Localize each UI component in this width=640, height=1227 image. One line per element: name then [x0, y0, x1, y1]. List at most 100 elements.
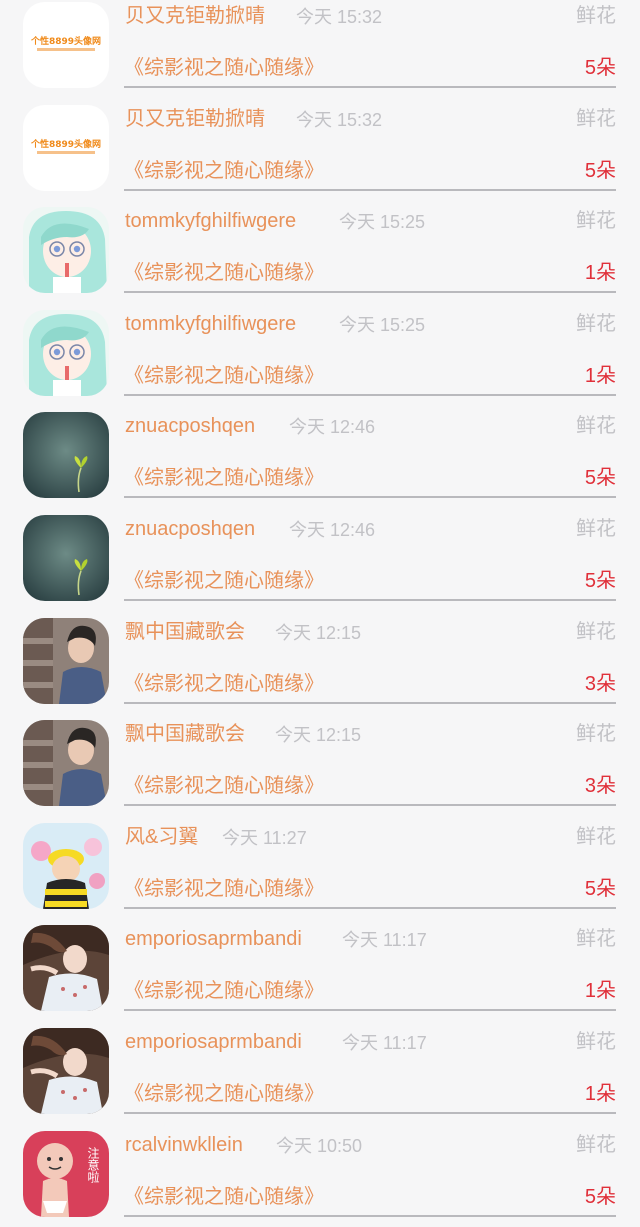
timestamp: 今天 15:32	[296, 109, 383, 130]
cartoon-baby-avatar[interactable]: 注意啦	[23, 1130, 109, 1217]
user-name[interactable]: rcalvinwkllein	[125, 1131, 243, 1159]
user-name[interactable]: tommkyfghilfiwgere	[125, 207, 296, 235]
timestamp: 今天 12:15	[275, 725, 362, 746]
logo-avatar[interactable]: 个性8899头像网	[23, 104, 109, 191]
baby-bee-avatar[interactable]	[23, 822, 109, 909]
gift-count: 5朵	[584, 57, 616, 79]
timestamp: 今天 11:17	[342, 1032, 427, 1053]
timestamp: 今天 12:46	[289, 519, 376, 540]
gift-count: 3朵	[584, 775, 616, 798]
timestamp: 今天 15:25	[339, 314, 426, 335]
work-title-link[interactable]: 《综影视之随心随缘》	[124, 54, 324, 82]
svg-text:个性8899头像网: 个性8899头像网	[30, 35, 101, 47]
gift-type: 鲜花	[576, 928, 616, 951]
work-title-link[interactable]: 《综影视之随心随缘》	[124, 670, 324, 698]
woman-lying-avatar[interactable]	[23, 1027, 109, 1114]
timestamp: 今天 11:27	[222, 827, 307, 848]
row-divider	[124, 804, 616, 807]
gift-count: 1朵	[584, 262, 616, 285]
row-divider	[124, 393, 616, 396]
row-divider	[124, 1214, 616, 1217]
gift-count: 5朵	[584, 569, 616, 592]
row-divider	[124, 906, 616, 909]
user-name[interactable]: emporiosaprmbandi	[125, 1028, 302, 1056]
user-name[interactable]: 贝又克钜勒掀晴	[125, 2, 265, 30]
work-title-link[interactable]: 《综影视之随心随缘》	[124, 772, 324, 800]
work-title-link[interactable]: 《综影视之随心随缘》	[124, 875, 324, 903]
user-name[interactable]: tommkyfghilfiwgere	[125, 310, 296, 338]
row-divider	[124, 496, 616, 499]
sprout-avatar[interactable]	[23, 412, 109, 499]
row-divider	[124, 1009, 616, 1012]
gift-record-row[interactable]: 飘中国藏歌会 今天 12:15 鲜花《综影视之随心随缘》 3朵	[0, 714, 640, 817]
gift-type: 鲜花	[576, 312, 616, 335]
gift-count: 1朵	[584, 1082, 616, 1105]
gift-count: 5朵	[584, 1185, 616, 1208]
gift-count: 1朵	[584, 980, 616, 1003]
timestamp: 今天 12:46	[289, 417, 376, 438]
user-name[interactable]: 飘中国藏歌会	[125, 618, 245, 646]
gift-type: 鲜花	[576, 415, 616, 438]
gift-record-row[interactable]: znuacposhqen 今天 12:46 鲜花《综影视之随心随缘》 5朵	[0, 509, 640, 612]
gift-record-row[interactable]: 注意啦 rcalvinwkllein 今天 10:50 鲜花《综影视之随心随缘》 5朵	[0, 1125, 640, 1227]
work-title-link[interactable]: 《综影视之随心随缘》	[124, 567, 324, 595]
svg-text:个性8899头像网: 个性8899头像网	[30, 138, 101, 150]
gift-record-row[interactable]: 飘中国藏歌会 今天 12:15 鲜花《综影视之随心随缘》 3朵	[0, 612, 640, 715]
gift-count: 5朵	[584, 467, 616, 490]
gift-type: 鲜花	[576, 1133, 616, 1156]
gift-record-row[interactable]: tommkyfghilfiwgere 今天 15:25 鲜花《综影视之随心随缘》 1朵	[0, 201, 640, 304]
row-divider	[124, 701, 616, 704]
gift-type: 鲜花	[576, 210, 616, 233]
gift-type: 鲜花	[576, 1030, 616, 1053]
gift-type: 鲜花	[576, 107, 616, 130]
timestamp: 今天 10:50	[276, 1135, 363, 1156]
gift-type: 鲜花	[576, 723, 616, 746]
work-title-link[interactable]: 《综影视之随心随缘》	[124, 464, 324, 492]
logo-avatar[interactable]: 个性8899头像网	[23, 2, 109, 88]
gift-record-row[interactable]: 风&习翼 今天 11:27 鲜花《综影视之随心随缘》 5朵	[0, 817, 640, 920]
user-name[interactable]: emporiosaprmbandi	[125, 925, 302, 953]
gift-record-row[interactable]: tommkyfghilfiwgere 今天 15:25 鲜花《综影视之随心随缘》 1朵	[0, 304, 640, 407]
woman-lying-avatar[interactable]	[23, 925, 109, 1012]
gift-record-list: 个性8899头像网 贝又克钜勒掀晴 今天 15:32 鲜花 《综影视之随心随缘》 5朵 …	[0, 0, 640, 1227]
row-divider	[124, 188, 616, 191]
gift-type: 鲜花	[576, 825, 616, 848]
row-divider	[124, 291, 616, 294]
row-divider	[124, 1111, 616, 1114]
row-divider	[124, 598, 616, 601]
gift-count: 5朵	[584, 159, 616, 182]
gift-record-row[interactable]: emporiosaprmbandi 今天 11:17 鲜花《综影视之随心随缘》 1朵	[0, 919, 640, 1022]
user-name[interactable]: 飘中国藏歌会	[125, 720, 245, 748]
work-title-link[interactable]: 《综影视之随心随缘》	[124, 157, 324, 185]
work-title-link[interactable]: 《综影视之随心随缘》	[124, 1080, 324, 1108]
timestamp: 今天 11:17	[342, 930, 427, 951]
work-title-link[interactable]: 《综影视之随心随缘》	[124, 362, 324, 390]
user-name[interactable]: znuacposhqen	[125, 412, 255, 440]
man-portrait-avatar[interactable]	[23, 720, 109, 807]
man-portrait-avatar[interactable]	[23, 617, 109, 704]
user-name[interactable]: znuacposhqen	[125, 515, 255, 543]
gift-type: 鲜花	[576, 517, 616, 540]
gift-count: 3朵	[584, 672, 616, 695]
svg-text:注意啦: 注意啦	[86, 1145, 100, 1182]
work-title-link[interactable]: 《综影视之随心随缘》	[124, 259, 324, 287]
gift-count: 1朵	[584, 364, 616, 387]
anime-girl-avatar[interactable]	[23, 309, 109, 396]
gift-type: 鲜花	[576, 620, 616, 643]
timestamp: 今天 15:25	[339, 212, 426, 233]
gift-type: 鲜花	[576, 5, 616, 27]
gift-record-row[interactable]: emporiosaprmbandi 今天 11:17 鲜花《综影视之随心随缘》 1朵	[0, 1022, 640, 1125]
user-name[interactable]: 风&习翼	[125, 823, 198, 851]
anime-girl-avatar[interactable]	[23, 207, 109, 294]
work-title-link[interactable]: 《综影视之随心随缘》	[124, 977, 324, 1005]
work-title-link[interactable]: 《综影视之随心随缘》	[124, 1183, 324, 1211]
row-divider	[124, 86, 616, 88]
gift-record-row[interactable]: znuacposhqen 今天 12:46 鲜花《综影视之随心随缘》 5朵	[0, 406, 640, 509]
gift-record-row[interactable]: 个性8899头像网 贝又克钜勒掀晴 今天 15:32 鲜花《综影视之随心随缘》 5朵	[0, 0, 640, 99]
timestamp: 今天 12:15	[275, 622, 362, 643]
gift-count: 5朵	[584, 877, 616, 900]
gift-record-row[interactable]: 个性8899头像网 贝又克钜勒掀晴 今天 15:32 鲜花《综影视之随心随缘》 5朵	[0, 99, 640, 202]
user-name[interactable]: 贝又克钜勒掀晴	[125, 105, 265, 133]
sprout-avatar[interactable]	[23, 514, 109, 601]
timestamp: 今天 15:32	[296, 7, 383, 27]
